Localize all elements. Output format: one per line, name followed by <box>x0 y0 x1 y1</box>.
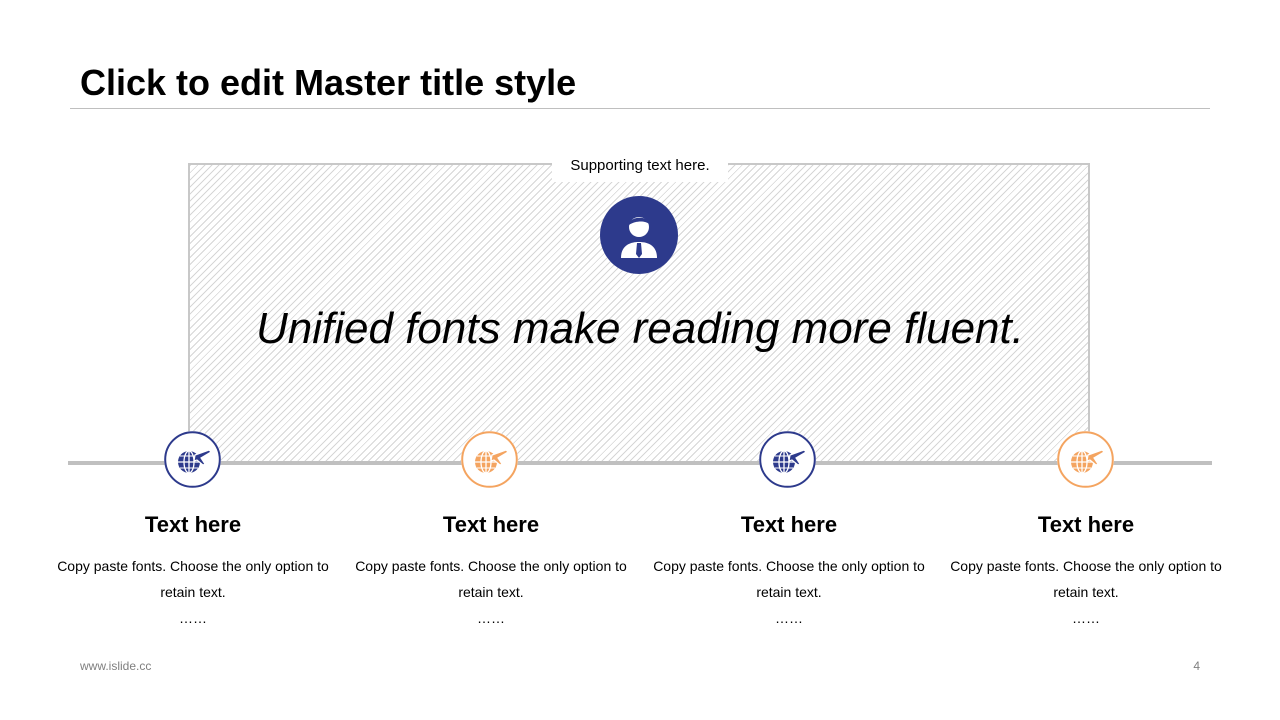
title-divider <box>70 108 1210 109</box>
item-description: Copy paste fonts. Choose the only option… <box>355 558 627 600</box>
timeline-node-3 <box>759 431 816 488</box>
timeline-node-4 <box>1057 431 1114 488</box>
item-ellipsis: …… <box>1072 610 1100 626</box>
item-ellipsis: …… <box>477 610 505 626</box>
supporting-text: Supporting text here. <box>552 152 728 182</box>
quote-text: Unified fonts make reading more fluent. <box>256 304 1024 353</box>
item-description: Copy paste fonts. Choose the only option… <box>950 558 1222 600</box>
item-title: Text here <box>740 512 838 537</box>
page-number: 4 <box>1193 659 1200 673</box>
footer-website: www.islide.cc <box>80 659 152 673</box>
item-description: Copy paste fonts. Choose the only option… <box>57 558 329 600</box>
slide-title: Click to edit Master title style <box>80 62 577 103</box>
timeline-line <box>68 461 1212 465</box>
person-icon <box>600 196 678 274</box>
item-ellipsis: …… <box>775 610 803 626</box>
item-title: Text here <box>442 512 540 537</box>
item-ellipsis: …… <box>179 610 207 626</box>
item-title: Text here <box>144 512 242 537</box>
item-description: Copy paste fonts. Choose the only option… <box>653 558 925 600</box>
timeline-node-2 <box>461 431 518 488</box>
item-title: Text here <box>1037 512 1135 537</box>
timeline-node-1 <box>164 431 221 488</box>
